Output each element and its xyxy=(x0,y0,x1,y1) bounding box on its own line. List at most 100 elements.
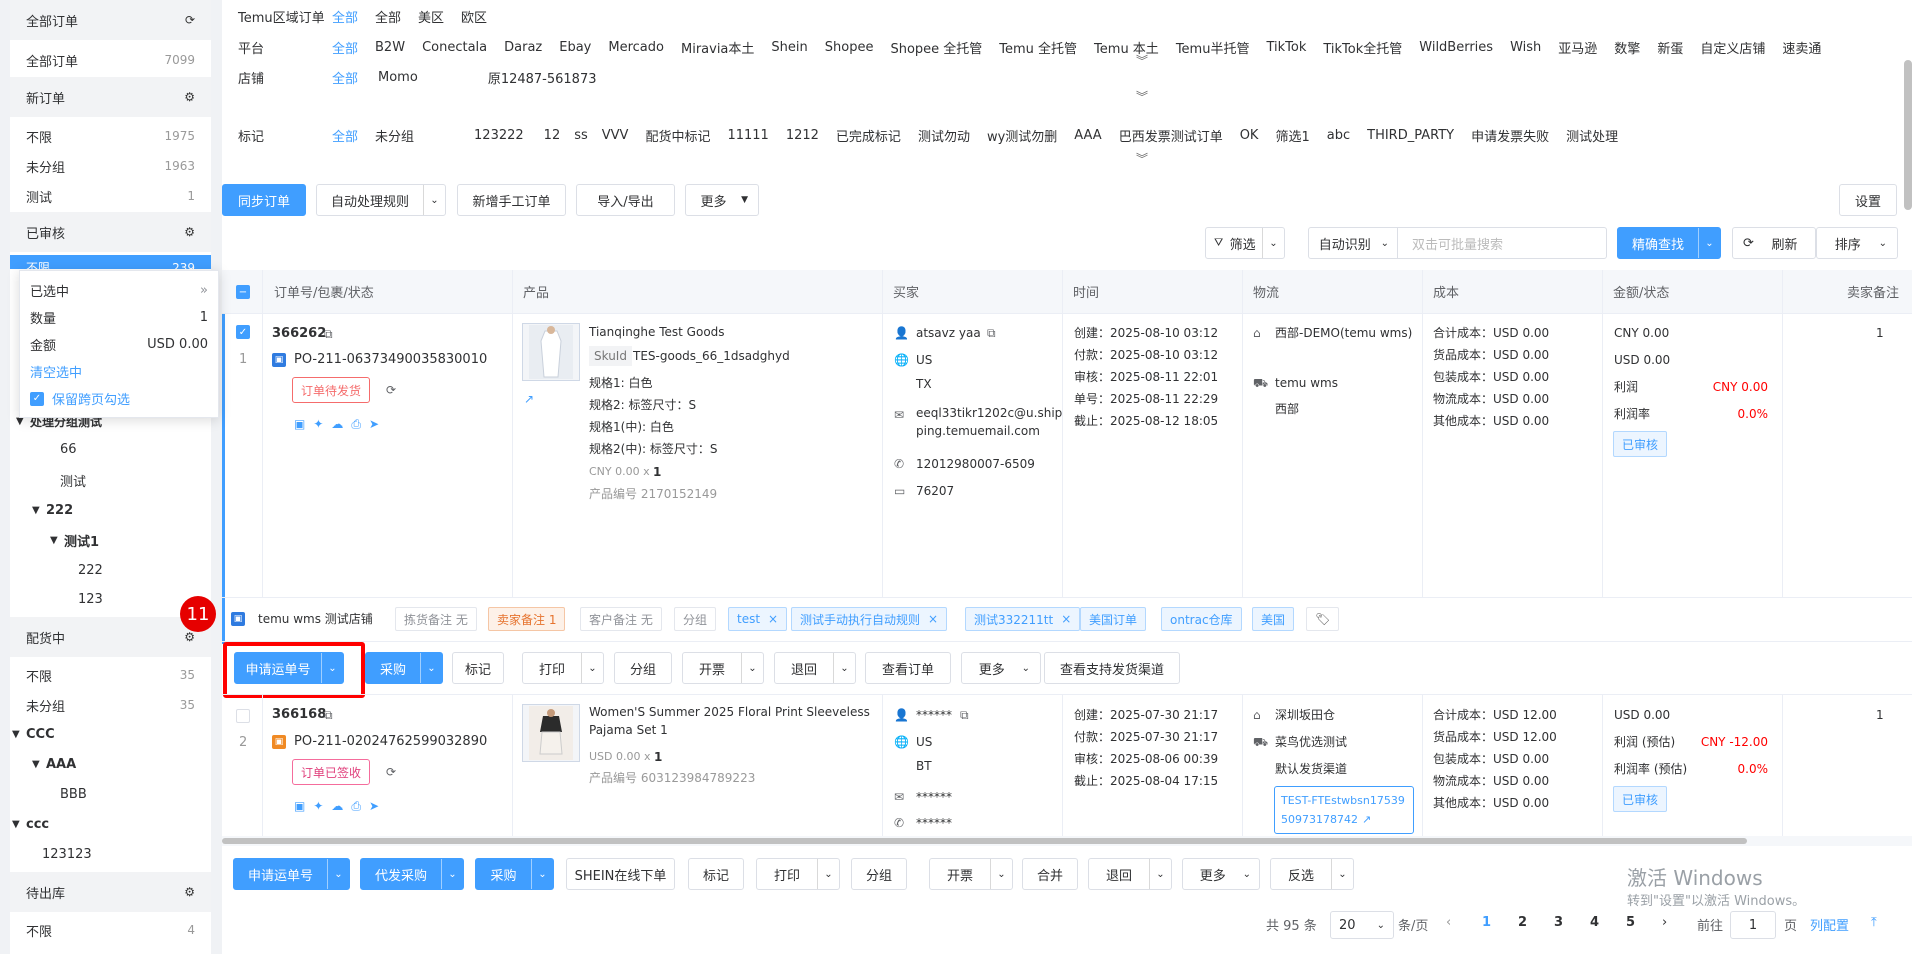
more-button[interactable]: 更多 ▼ xyxy=(685,184,759,216)
sidebar-section-new-orders[interactable]: 新订单 ⚙ xyxy=(10,77,211,117)
product-image[interactable] xyxy=(522,323,580,381)
refresh-icon[interactable]: ⟳ xyxy=(386,761,396,783)
mark-tag[interactable]: 美国订单 xyxy=(1080,607,1147,631)
order-id[interactable]: 366262 xyxy=(272,323,326,345)
sidebar-item[interactable]: 不限 35 xyxy=(10,660,211,690)
invert-selection-button[interactable]: 反选 ⌄ xyxy=(1270,858,1354,890)
filter-option[interactable]: 自定义店铺 xyxy=(1700,38,1765,57)
product-title[interactable]: Tianqinghe Test Goods xyxy=(589,321,725,343)
order-action-icons[interactable]: ▣✦☁⎙➤ xyxy=(294,413,387,435)
prev-page-icon[interactable]: ‹ xyxy=(1446,915,1451,930)
search-input[interactable]: 双击可批量搜索 xyxy=(1397,227,1607,259)
print-button[interactable]: 打印 ⌄ xyxy=(756,858,840,890)
filter-option[interactable]: THIRD_PARTY xyxy=(1367,128,1454,143)
gear-icon[interactable]: ⚙ xyxy=(184,630,195,644)
filter-option[interactable]: 配货中标记 xyxy=(645,126,710,145)
close-icon[interactable]: × xyxy=(928,612,938,626)
filter-option[interactable]: 美区 xyxy=(418,7,444,26)
order-id[interactable]: 366168 xyxy=(272,704,326,726)
auto-detect-select[interactable]: 自动识别 ⌄ xyxy=(1308,227,1398,259)
filter-option[interactable]: Shopee xyxy=(825,40,874,55)
chevron-down-icon[interactable]: ⌄ xyxy=(531,859,553,889)
more-actions-button[interactable]: 更多 ⌄ xyxy=(961,652,1041,684)
caret-down-icon[interactable]: ▼ xyxy=(32,505,46,516)
back-to-top-icon[interactable]: ⤒ xyxy=(1871,915,1877,930)
filter-option[interactable]: 测试处理 xyxy=(1566,126,1618,145)
filter-option[interactable]: 筛选1 xyxy=(1275,126,1309,145)
chevron-down-icon[interactable]: ⌄ xyxy=(1331,859,1353,889)
sidebar-item[interactable]: 不限 4 xyxy=(10,915,211,945)
filter-option[interactable]: Temu半托管 xyxy=(1176,38,1250,57)
filter-option[interactable]: Momo xyxy=(378,70,418,85)
filter-option[interactable]: Temu 全托管 xyxy=(999,38,1077,57)
filter-option[interactable]: 未分组 xyxy=(375,126,414,145)
tree-group[interactable]: ▼ 测试1 xyxy=(50,525,99,555)
return-button[interactable]: 退回 ⌄ xyxy=(774,652,856,684)
filter-option[interactable]: Temu 本土 xyxy=(1094,38,1159,57)
sku-value[interactable]: TES-goods_66_1dsadghyd xyxy=(633,345,790,367)
filter-option[interactable]: Daraz xyxy=(504,40,542,55)
group-button[interactable]: 分组 xyxy=(851,858,907,890)
group-button[interactable]: 分组 xyxy=(614,652,672,684)
tree-item[interactable]: 测试 xyxy=(60,465,86,495)
chevron-down-icon[interactable]: ⌄ xyxy=(420,653,442,683)
sidebar-item[interactable]: 测试 1 xyxy=(10,181,211,211)
copy-icon[interactable]: ⧉ xyxy=(960,704,969,726)
page-jump-input[interactable]: 1 xyxy=(1730,911,1776,939)
filter-option[interactable]: Conectala xyxy=(422,40,487,55)
caret-down-icon[interactable]: ▼ xyxy=(50,535,64,546)
tree-group[interactable]: ▼ CCC xyxy=(12,719,55,749)
copy-icon[interactable]: ⧉ xyxy=(987,322,996,344)
filter-option[interactable]: 全部 xyxy=(332,126,358,145)
seller-note-tag[interactable]: 卖家备注 1 xyxy=(488,607,566,631)
tag-add-icon[interactable]: 🏷 xyxy=(1306,607,1340,631)
invoice-button[interactable]: 开票 ⌄ xyxy=(929,858,1013,890)
filter-option[interactable]: wy测试勿删 xyxy=(987,126,1057,145)
tree-item[interactable]: 123123 xyxy=(42,839,92,869)
filter-option[interactable]: 速卖通 xyxy=(1782,38,1821,57)
close-icon[interactable]: × xyxy=(1061,612,1071,626)
chevron-down-icon[interactable]: ⌄ xyxy=(1149,859,1171,889)
return-button[interactable]: 退回 ⌄ xyxy=(1088,858,1172,890)
filter-option[interactable]: 欧区 xyxy=(461,7,487,26)
page-number-active[interactable]: 1 xyxy=(1482,915,1491,930)
print-button[interactable]: 打印 ⌄ xyxy=(522,652,604,684)
refresh-icon[interactable]: ⟳ xyxy=(386,379,396,401)
gear-icon[interactable]: ⚙ xyxy=(184,90,195,104)
copy-icon[interactable]: ⧉ xyxy=(324,704,333,726)
caret-down-icon[interactable]: ▼ xyxy=(12,819,26,830)
filter-option[interactable]: 新蛋 xyxy=(1657,38,1683,57)
filter-option[interactable]: 数擎 xyxy=(1614,38,1640,57)
close-icon[interactable]: × xyxy=(768,612,778,626)
filter-option[interactable]: WildBerries xyxy=(1419,40,1493,55)
customer-note-tag[interactable]: 客户备注 无 xyxy=(580,607,662,631)
apply-tracking-button[interactable]: 申请运单号 ⌄ xyxy=(233,858,350,890)
group-tag[interactable]: 分组 xyxy=(674,607,717,631)
merge-button[interactable]: 合并 xyxy=(1022,858,1078,890)
dropship-purchase-button[interactable]: 代发采购 ⌄ xyxy=(360,858,464,890)
caret-down-icon[interactable]: ▼ xyxy=(12,729,26,740)
filter-option[interactable]: 12 xyxy=(544,128,561,143)
tree-group[interactable]: ▼ AAA xyxy=(32,749,76,779)
clear-selection-link[interactable]: 清空选中 xyxy=(30,362,82,381)
chevron-down-icon[interactable]: ⌄ xyxy=(581,653,603,683)
filter-option[interactable]: 申请发票失败 xyxy=(1471,126,1549,145)
view-order-button[interactable]: 查看订单 xyxy=(865,652,951,684)
mark-tag[interactable]: 美国 xyxy=(1252,607,1295,631)
filter-option[interactable]: Miravia本土 xyxy=(681,38,754,57)
purchase-button[interactable]: 采购 ⌄ xyxy=(475,858,554,890)
row-checkbox[interactable]: ✓ xyxy=(236,325,250,339)
expand-chevron-icon[interactable]: ︾ xyxy=(1136,88,1148,105)
filter-option[interactable]: 已完成标记 xyxy=(836,126,901,145)
filter-option[interactable]: 全部 xyxy=(332,38,358,57)
tree-item[interactable]: 123 xyxy=(78,584,103,614)
select-all-checkbox[interactable]: − xyxy=(236,285,250,299)
page-number[interactable]: 2 xyxy=(1518,915,1527,930)
filter-option[interactable]: 全部 xyxy=(332,7,358,26)
copy-icon[interactable]: ⧉ xyxy=(324,323,333,345)
filter-option[interactable]: TikTok xyxy=(1266,40,1306,55)
filter-option[interactable]: ss xyxy=(574,128,588,143)
filter-option[interactable]: Shopee 全托管 xyxy=(890,38,982,57)
page-number[interactable]: 3 xyxy=(1554,915,1563,930)
filter-button[interactable]: ⛛ 筛选 ⌄ xyxy=(1205,227,1285,259)
